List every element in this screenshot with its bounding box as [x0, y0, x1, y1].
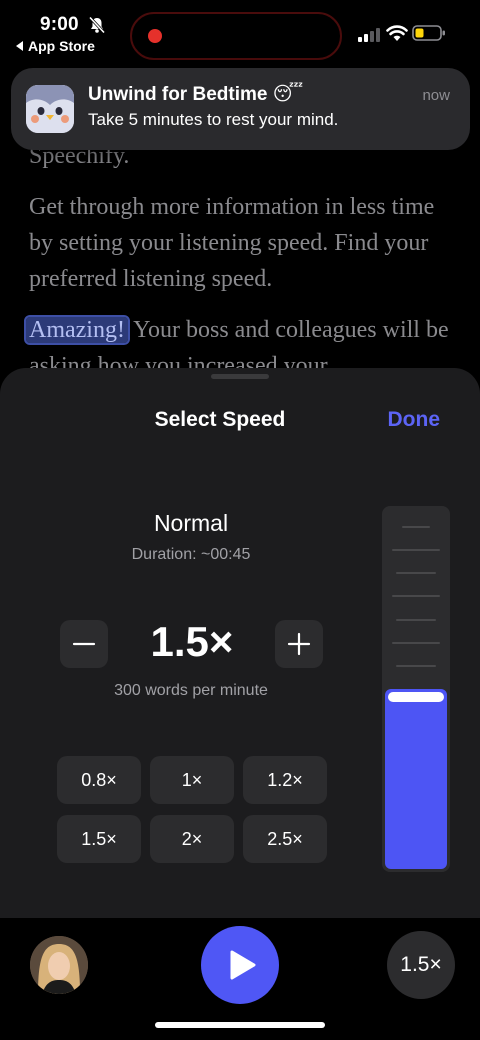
slider-handle[interactable] — [388, 692, 444, 702]
slider-tick — [396, 665, 436, 667]
speed-presets: 0.8× 1× 1.2× 1.5× 2× 2.5× — [57, 756, 327, 866]
slider-fill — [385, 689, 447, 869]
decrease-speed-button[interactable] — [60, 620, 108, 668]
current-speed: 1.5× — [150, 618, 234, 665]
cellular-signal-icon — [358, 28, 380, 42]
preset-2x[interactable]: 2× — [150, 815, 234, 863]
notification-title: Unwind for Bedtime 😴 — [88, 84, 304, 105]
back-app-label: App Store — [28, 38, 95, 54]
increase-speed-button[interactable] — [275, 620, 323, 668]
sheet-grabber[interactable] — [211, 374, 269, 379]
preset-1x[interactable]: 1× — [150, 756, 234, 804]
slider-tick — [392, 549, 440, 551]
notification-body: Take 5 minutes to rest your mind. — [88, 110, 339, 129]
slider-tick — [402, 526, 430, 528]
battery-low-icon — [412, 25, 445, 41]
article-paragraph: Get through more information in less tim… — [29, 194, 435, 292]
slider-tick — [396, 572, 436, 574]
playback-speed-button[interactable]: 1.5× — [387, 931, 455, 999]
slider-tick — [392, 595, 440, 597]
speed-name: Normal — [153, 510, 229, 536]
play-icon — [230, 950, 256, 980]
preset-1-5x[interactable]: 1.5× — [57, 815, 141, 863]
home-indicator[interactable] — [155, 1022, 325, 1028]
sheet-title: Select Speed — [154, 408, 286, 431]
notification-time: now — [422, 87, 450, 104]
done-button[interactable]: Done — [388, 408, 441, 432]
speed-sheet: Select Speed Done Normal Duration: ~00:4… — [0, 368, 480, 928]
back-arrow-icon — [16, 41, 23, 52]
article-text: Speechify. Get through more information … — [24, 138, 449, 399]
dynamic-island[interactable] — [130, 12, 342, 60]
voice-avatar[interactable] — [30, 936, 88, 994]
app-mascot-icon — [26, 85, 74, 133]
notification-banner[interactable]: Unwind for Bedtime 😴 Take 5 minutes to r… — [11, 68, 470, 150]
minus-icon — [72, 642, 96, 646]
preset-2-5x[interactable]: 2.5× — [243, 815, 327, 863]
duration-label: Duration: ~00:45 — [131, 546, 251, 563]
status-time: 9:00 — [40, 14, 79, 35]
wifi-icon — [386, 25, 408, 41]
bell-slash-icon — [88, 16, 106, 34]
words-per-minute: 300 words per minute — [114, 682, 268, 699]
back-to-app-store[interactable]: App Store — [16, 38, 95, 54]
preset-1-2x[interactable]: 1.2× — [243, 756, 327, 804]
status-bar: 9:00 App Store — [0, 0, 480, 64]
slider-tick — [392, 642, 440, 644]
speed-slider[interactable] — [382, 506, 450, 872]
recording-dot-icon — [148, 29, 162, 43]
preset-0-8x[interactable]: 0.8× — [57, 756, 141, 804]
highlighted-word[interactable]: Amazing! — [24, 315, 130, 345]
plus-icon — [287, 632, 311, 656]
slider-tick — [396, 619, 436, 621]
player-bar: 1.5× — [0, 918, 480, 1040]
play-button[interactable] — [201, 926, 279, 1004]
